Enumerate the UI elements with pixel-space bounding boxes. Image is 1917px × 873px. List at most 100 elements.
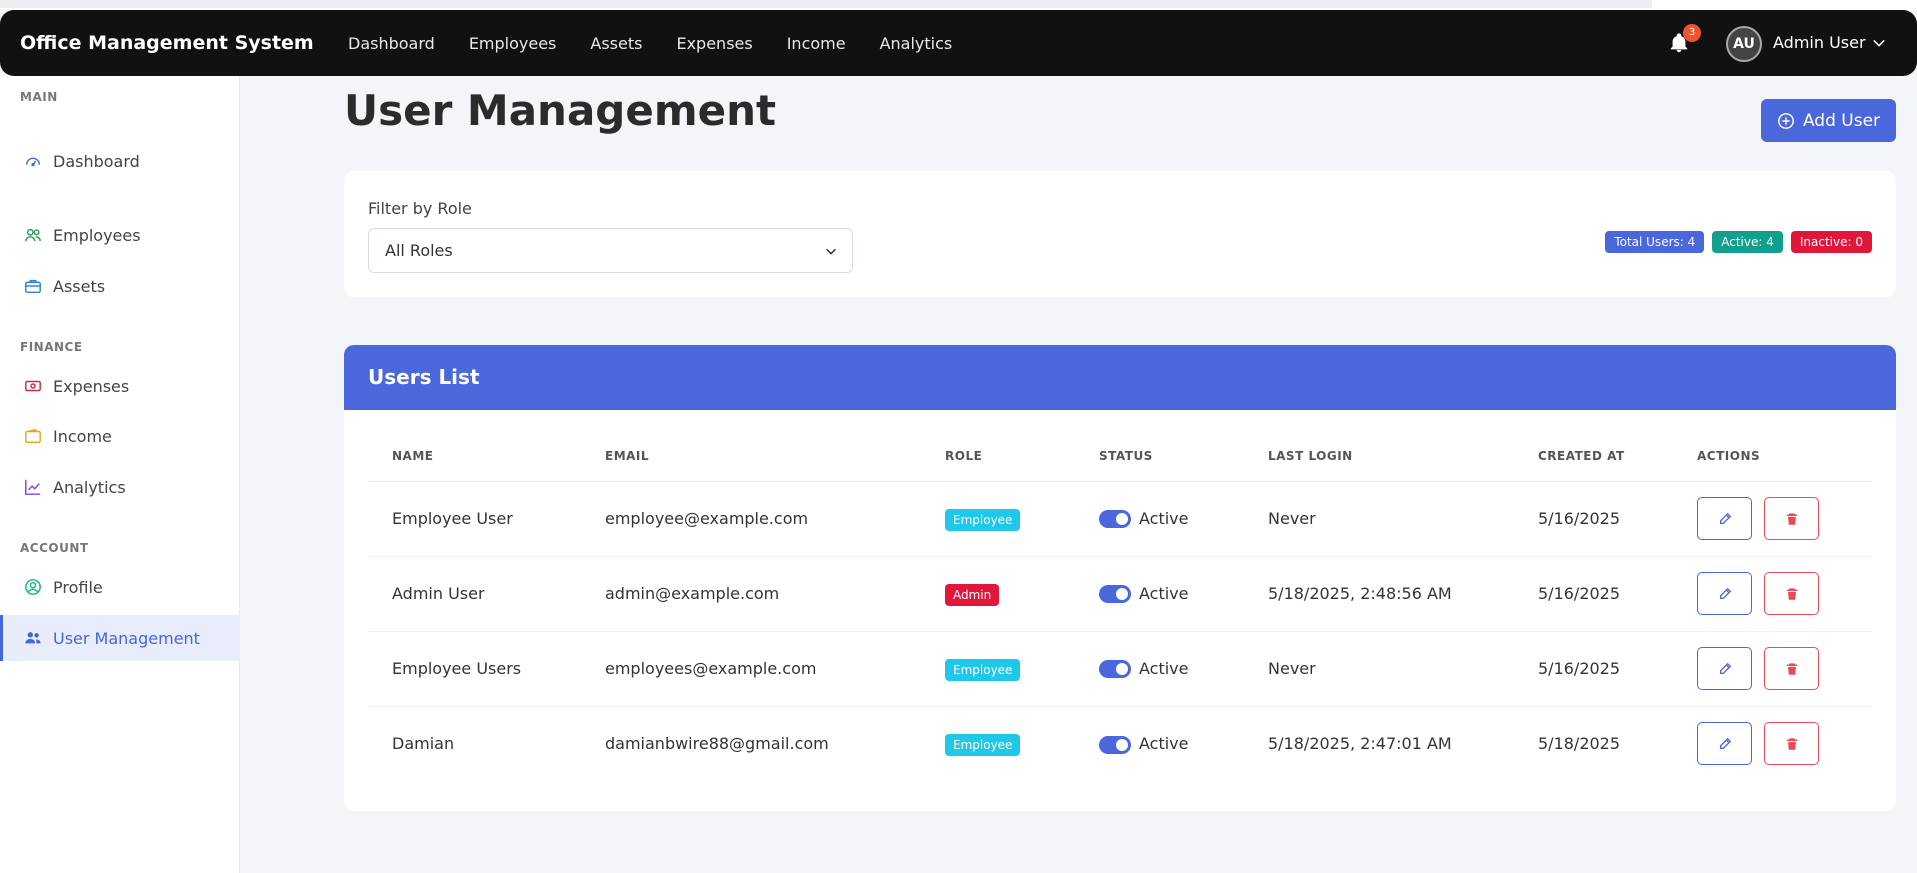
page-title: User Management — [344, 86, 777, 135]
trash-icon — [1786, 512, 1797, 525]
role-badge: Admin — [945, 584, 1000, 606]
add-user-button[interactable]: Add User — [1761, 99, 1896, 142]
table-row: Employee User employee@example.com Emplo… — [368, 481, 1872, 557]
user-actions-cell — [1673, 631, 1872, 707]
delete-button[interactable] — [1764, 647, 1820, 690]
topnav-income[interactable]: Income — [787, 34, 846, 53]
chevron-down-icon — [826, 248, 836, 255]
user-actions-cell — [1673, 556, 1872, 632]
table-row: Damian damianbwire88@gmail.com Employee … — [368, 706, 1872, 781]
sidebar-item-label: Expenses — [53, 376, 130, 396]
notification-count: 3 — [1683, 24, 1701, 42]
topnav-assets[interactable]: Assets — [590, 34, 642, 53]
trash-icon — [1786, 587, 1797, 600]
sidebar-item-label: Assets — [53, 276, 106, 296]
sidebar-section-main: MAIN — [20, 90, 58, 104]
users-table: NAME EMAIL ROLE STATUS LAST LOGIN CREATE… — [368, 431, 1872, 781]
user-last-login-cell: 5/18/2025, 2:48:56 AM — [1244, 556, 1514, 632]
sidebar-item-label: Dashboard — [53, 151, 140, 171]
users-icon — [24, 226, 42, 244]
topnav-expenses[interactable]: Expenses — [676, 34, 752, 53]
scroll-track — [0, 0, 1652, 8]
role-filter-select[interactable]: All Roles — [368, 228, 853, 273]
browser-strip — [0, 0, 1917, 10]
filter-label: Filter by Role — [368, 199, 472, 218]
pencil-icon — [1719, 737, 1731, 749]
cash-icon — [24, 377, 42, 395]
sidebar-section-account: ACCOUNT — [20, 541, 89, 555]
add-user-label: Add User — [1802, 110, 1881, 131]
pencil-icon — [1719, 512, 1731, 524]
people-icon — [24, 629, 42, 647]
sidebar-item-assets[interactable]: Assets — [0, 263, 240, 309]
topnav-dashboard[interactable]: Dashboard — [348, 34, 435, 53]
role-badge: Employee — [945, 509, 1021, 531]
sidebar-item-income[interactable]: Income — [0, 413, 240, 459]
user-name[interactable]: Admin User — [1773, 10, 1866, 76]
chevron-down-icon[interactable] — [1872, 36, 1886, 50]
status-toggle[interactable] — [1099, 510, 1131, 529]
edit-button[interactable] — [1697, 572, 1752, 615]
active-users-badge: Active: 4 — [1712, 231, 1783, 253]
user-name-cell: Employee User — [368, 481, 581, 557]
sidebar-item-label: Profile — [53, 577, 103, 597]
sidebar-item-label: Income — [53, 426, 112, 446]
table-header-row: NAME EMAIL ROLE STATUS LAST LOGIN CREATE… — [368, 431, 1872, 482]
column-header-role: ROLE — [921, 431, 1075, 482]
user-email-cell: damianbwire88@gmail.com — [605, 734, 829, 754]
sidebar-item-employees[interactable]: Employees — [0, 212, 240, 258]
sidebar-item-label: Employees — [53, 225, 141, 245]
notification-bell-icon[interactable]: 3 — [1668, 24, 1701, 56]
sidebar-item-profile[interactable]: Profile — [0, 564, 240, 610]
user-created-at-cell: 5/16/2025 — [1514, 631, 1673, 707]
column-header-name: NAME — [368, 431, 581, 482]
user-last-login-cell: Never — [1244, 481, 1514, 557]
plus-circle-icon — [1778, 112, 1794, 129]
users-list-title: Users List — [344, 345, 1896, 410]
sidebar-item-label: User Management — [53, 628, 200, 648]
delete-button[interactable] — [1764, 722, 1820, 766]
user-actions-cell — [1673, 706, 1872, 781]
pencil-icon — [1719, 662, 1731, 674]
edit-button[interactable] — [1697, 497, 1752, 540]
role-filter-value: All Roles — [385, 241, 453, 260]
topnav-employees[interactable]: Employees — [469, 34, 557, 53]
role-badge: Employee — [945, 734, 1021, 757]
sidebar-item-analytics[interactable]: Analytics — [0, 464, 240, 510]
user-created-at-cell: 5/16/2025 — [1514, 481, 1673, 557]
top-nav: Dashboard Employees Assets Expenses Inco… — [348, 10, 986, 76]
user-last-login-cell: 5/18/2025, 2:47:01 AM — [1268, 734, 1452, 754]
edit-button[interactable] — [1697, 722, 1752, 766]
avatar[interactable]: AU — [1726, 26, 1762, 62]
user-email-cell: admin@example.com — [581, 556, 921, 632]
delete-button[interactable] — [1764, 497, 1820, 540]
column-header-email: EMAIL — [581, 431, 921, 482]
role-badge: Employee — [945, 659, 1021, 681]
edit-button[interactable] — [1697, 647, 1752, 690]
column-header-actions: ACTIONS — [1673, 431, 1872, 482]
inactive-users-badge: Inactive: 0 — [1790, 231, 1872, 253]
app-title[interactable]: Office Management System — [20, 10, 314, 76]
delete-button[interactable] — [1764, 572, 1820, 615]
status-toggle[interactable] — [1099, 585, 1131, 604]
user-status-cell: Active — [1075, 481, 1244, 557]
total-users-badge: Total Users: 4 — [1605, 231, 1705, 253]
chart-icon — [24, 478, 42, 496]
user-status-cell: Active — [1075, 631, 1244, 707]
sidebar-item-dashboard[interactable]: Dashboard — [0, 138, 240, 184]
topnav-analytics[interactable]: Analytics — [880, 34, 953, 53]
status-label: Active — [1139, 583, 1189, 603]
user-actions-cell — [1673, 481, 1872, 557]
status-toggle[interactable] — [1099, 660, 1131, 679]
user-status-cell: Active — [1075, 706, 1244, 781]
sidebar-item-user-management[interactable]: User Management — [0, 615, 240, 661]
user-last-login-cell: Never — [1244, 631, 1514, 707]
wallet-icon — [24, 427, 42, 445]
sidebar-item-expenses[interactable]: Expenses — [0, 363, 240, 409]
user-name-cell: Employee Users — [368, 631, 581, 707]
column-header-last-login: LAST LOGIN — [1244, 431, 1514, 482]
table-row: Employee Users employees@example.com Emp… — [368, 631, 1872, 707]
user-email-cell: employee@example.com — [581, 481, 921, 557]
dashboard-icon — [24, 152, 42, 170]
status-toggle[interactable] — [1099, 735, 1131, 754]
